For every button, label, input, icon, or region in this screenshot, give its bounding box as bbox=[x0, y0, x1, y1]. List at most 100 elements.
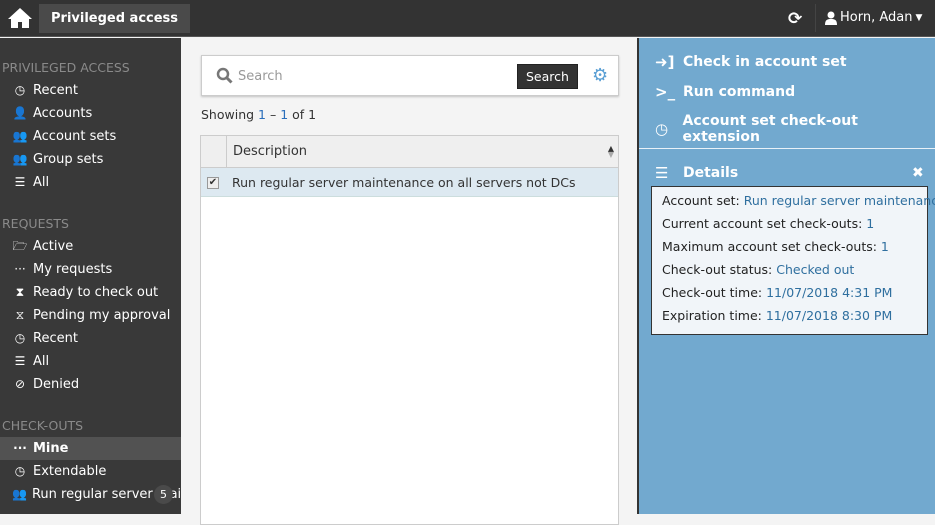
detail-label: Expiration time: bbox=[662, 308, 766, 323]
search-bar: Search ⚙ bbox=[201, 55, 619, 96]
list-icon: ☰ bbox=[14, 354, 26, 368]
detail-value: 11/07/2018 8:30 PM bbox=[765, 308, 893, 323]
detail-label: Current account set check-outs: bbox=[662, 216, 867, 231]
showing-end: 1 bbox=[280, 107, 289, 122]
top-bar: Privileged access ⟳ Horn, Adan ▼ bbox=[0, 0, 935, 37]
row-description: Run regular server maintenance on all se… bbox=[232, 175, 576, 190]
row-checkbox[interactable]: ✔ bbox=[207, 177, 219, 189]
showing-start: 1 bbox=[258, 107, 266, 122]
sidebar-item-label: Mine bbox=[33, 441, 69, 456]
showing-total: of 1 bbox=[288, 107, 317, 122]
sign-in-icon: ➜] bbox=[655, 53, 675, 71]
user-icon bbox=[825, 11, 837, 25]
column-header-description[interactable]: Description bbox=[233, 144, 307, 159]
action-label: Run command bbox=[683, 84, 796, 100]
user-icon: 👤 bbox=[12, 106, 28, 120]
user-name: Horn, Adan bbox=[840, 10, 913, 25]
details-title: Details bbox=[683, 165, 739, 181]
detail-field: Account set: Run regular server maintena… bbox=[662, 193, 935, 216]
ellipsis-icon: ··· bbox=[13, 441, 27, 455]
sidebar-item-label: Recent bbox=[33, 83, 78, 98]
sidebar-item-label: My requests bbox=[33, 262, 113, 277]
tab-privileged-access[interactable]: Privileged access bbox=[39, 4, 191, 33]
sidebar-item-label: All bbox=[33, 175, 50, 190]
count-badge: 5 bbox=[154, 485, 173, 504]
detail-value: 11/07/2018 4:31 PM bbox=[766, 285, 893, 300]
clock-icon: ◷ bbox=[655, 120, 669, 138]
caret-down-icon: ▼ bbox=[915, 12, 923, 23]
sidebar-item-label: Denied bbox=[33, 377, 80, 392]
action-label: Account set check-out extension bbox=[682, 113, 858, 145]
detail-field: Check-out time: 11/07/2018 4:31 PM bbox=[662, 285, 917, 308]
close-icon[interactable]: ✖ bbox=[912, 165, 924, 181]
table-header: Description ▲ ▼ bbox=[201, 136, 618, 168]
detail-field: Current account set check-outs: 1 bbox=[662, 216, 917, 239]
clock-icon: ◷ bbox=[14, 83, 26, 97]
sidebar-item-my-requests[interactable]: ··· My requests bbox=[0, 258, 181, 281]
sidebar-section-header: REQUESTS bbox=[2, 216, 69, 231]
users-icon: 👥 bbox=[12, 129, 28, 143]
sort-icon[interactable]: ▲ ▼ bbox=[608, 145, 614, 159]
sidebar-item-active[interactable]: 🗁 Active bbox=[0, 235, 181, 258]
search-button[interactable]: Search bbox=[517, 64, 578, 89]
sidebar-item-group-sets[interactable]: 👥 Group sets bbox=[0, 148, 181, 171]
detail-label: Account set: bbox=[662, 193, 744, 208]
ellipsis-icon: ··· bbox=[14, 262, 26, 276]
sidebar-item-recent[interactable]: ◷ Recent bbox=[0, 327, 181, 350]
sidebar-item-mine[interactable]: ··· Mine bbox=[0, 437, 181, 460]
search-icon bbox=[216, 67, 233, 84]
refresh-icon[interactable]: ⟳ bbox=[788, 9, 802, 29]
detail-label: Check-out status: bbox=[662, 262, 777, 277]
user-menu[interactable]: Horn, Adan ▼ bbox=[825, 10, 922, 25]
gear-icon[interactable]: ⚙ bbox=[592, 65, 608, 86]
table-row[interactable]: ✔ Run regular server maintenance on all … bbox=[201, 168, 618, 197]
sidebar-item-pending-my-approval[interactable]: ⧖ Pending my approval bbox=[0, 304, 181, 327]
sidebar-item-accounts[interactable]: 👤 Accounts bbox=[0, 102, 181, 125]
run-command-action[interactable]: >_ Run command bbox=[655, 83, 795, 101]
check-out-extension-action[interactable]: ◷ Account set check-out extension bbox=[655, 113, 935, 145]
home-icon[interactable] bbox=[8, 7, 32, 29]
sidebar-item-account-sets[interactable]: 👥 Account sets bbox=[0, 125, 181, 148]
sidebar-item-label: Extendable bbox=[33, 464, 107, 479]
list-icon: ☰ bbox=[14, 175, 26, 189]
ban-icon: ⊘ bbox=[14, 377, 26, 391]
divider bbox=[639, 148, 935, 149]
detail-value: 1 bbox=[866, 216, 875, 231]
terminal-icon: >_ bbox=[655, 83, 676, 101]
sidebar-item-label: Accounts bbox=[33, 106, 93, 121]
sidebar-item-label: Account sets bbox=[33, 129, 117, 144]
sidebar-item-run-regular-server-maintenance[interactable]: 👥Run regular server maintenance5 bbox=[0, 483, 181, 506]
sidebar-item-all[interactable]: ☰ All bbox=[0, 350, 181, 373]
showing-prefix: Showing bbox=[201, 107, 259, 122]
folder-open-icon: 🗁 bbox=[12, 239, 28, 253]
detail-label: Check-out time: bbox=[662, 285, 767, 300]
details-box: Account set: Run regular server maintena… bbox=[651, 186, 935, 335]
users-icon: 👥 bbox=[12, 152, 28, 166]
clock-icon: ◷ bbox=[14, 331, 26, 345]
sidebar-item-all[interactable]: ☰ All bbox=[0, 171, 181, 194]
sidebar-section-header: CHECK-OUTS bbox=[2, 418, 84, 433]
detail-value: 1 bbox=[880, 239, 889, 254]
sidebar-item-label: Pending my approval bbox=[33, 308, 171, 323]
list-icon: ☰ bbox=[655, 164, 669, 182]
detail-field: Expiration time: 11/07/2018 8:30 PM bbox=[662, 308, 917, 331]
hourglass-icon: ⧗ bbox=[15, 285, 25, 299]
sidebar-item-extendable[interactable]: ◷ Extendable bbox=[0, 460, 181, 483]
hourglass-empty-icon: ⧖ bbox=[15, 308, 25, 322]
sidebar-section-header: PRIVILEGED ACCESS bbox=[2, 60, 130, 75]
detail-field: Maximum account set check-outs: 1 bbox=[662, 239, 917, 262]
search-input[interactable] bbox=[238, 66, 508, 86]
sidebar-item-denied[interactable]: ⊘ Denied bbox=[0, 373, 181, 396]
showing-dash: – bbox=[265, 107, 281, 122]
sidebar-item-recent[interactable]: ◷ Recent bbox=[0, 79, 181, 102]
check-in-account-set-action[interactable]: ➜] Check in account set bbox=[655, 53, 847, 71]
sidebar-item-ready-to-check-out[interactable]: ⧗ Ready to check out bbox=[0, 281, 181, 304]
main-content: Search ⚙ Showing 1 – 1 of 1 Description … bbox=[181, 38, 637, 525]
sidebar-item-label: Group sets bbox=[33, 152, 104, 167]
result-count: Showing 1 – 1 of 1 bbox=[201, 107, 316, 122]
select-column-header bbox=[201, 136, 227, 167]
sidebar-item-label: Ready to check out bbox=[33, 285, 159, 300]
action-panel: ➜] Check in account set >_ Run command ◷ Ac… bbox=[637, 38, 935, 514]
sidebar: PRIVILEGED ACCESS ◷ Recent 👤 Accounts 👥 Accoun… bbox=[0, 38, 181, 514]
action-label: Check in account set bbox=[683, 54, 847, 70]
